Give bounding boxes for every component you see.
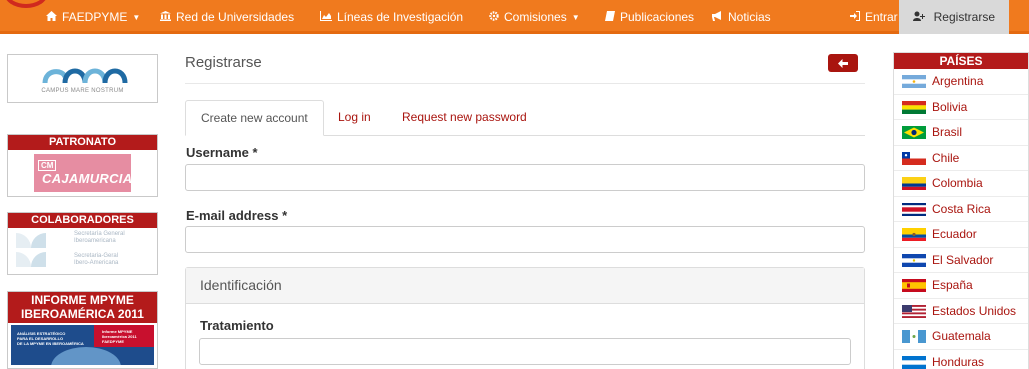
- costa-rica-flag-icon: [902, 202, 926, 216]
- tratamiento-input[interactable]: [199, 338, 851, 365]
- colab-segib-es-text: Secretaría General Iberoamericana: [74, 231, 125, 244]
- country-ecuador[interactable]: Ecuador: [894, 222, 1028, 248]
- institution-icon: [160, 1, 171, 35]
- country-chile[interactable]: Chile: [894, 146, 1028, 171]
- countries-box: PAÍSES Argentina Bolivia Brasil Chile Co…: [893, 52, 1029, 369]
- nav-faedpyme-label: FAEDPYME: [62, 10, 128, 24]
- email-label: E-mail address *: [186, 208, 288, 223]
- bullhorn-icon: [712, 1, 723, 35]
- chile-flag-icon: [902, 151, 926, 165]
- colaboradores-box: COLABORADORES Secretaría General Iberoam…: [7, 212, 158, 275]
- country-costa-rica[interactable]: Costa Rica: [894, 197, 1028, 222]
- country-colombia[interactable]: Colombia: [894, 171, 1028, 197]
- cmn-logo-mark: [42, 68, 128, 84]
- colombia-flag-icon: [902, 177, 926, 190]
- required-mark: *: [252, 145, 258, 160]
- el-salvador-flag-icon: [902, 253, 926, 267]
- country-bolivia[interactable]: Bolivia: [894, 95, 1028, 120]
- page-title: Registrarse: [185, 54, 262, 71]
- tab-create-account[interactable]: Create new account: [185, 100, 324, 136]
- nav-lineas-investigacion[interactable]: Líneas de Investigación: [320, 0, 463, 34]
- segib-logo-icon: [16, 233, 46, 248]
- patronato-box: PATRONATO CM CAJAMURCIA: [7, 134, 158, 197]
- estados-unidos-flag-icon: [902, 304, 926, 318]
- email-input[interactable]: [185, 226, 865, 253]
- segib-logo-icon: [16, 252, 46, 267]
- required-mark: *: [282, 208, 288, 223]
- cajamurcia-cm: CM: [38, 160, 57, 171]
- guatemala-flag-icon: [902, 330, 926, 343]
- colab-segib-es[interactable]: Secretaría General Iberoamericana: [8, 228, 157, 250]
- nav-faedpyme[interactable]: FAEDPYME ▼: [46, 0, 140, 34]
- cajamurcia-name: CAJAMURCIA: [42, 171, 133, 186]
- tab-log-in[interactable]: Log in: [323, 100, 386, 136]
- bolivia-flag-icon: [902, 100, 926, 114]
- countries-title: PAÍSES: [894, 53, 1028, 69]
- informe-box[interactable]: INFORME MPYME IBEROAMÉRICA 2011 ANÁLISIS…: [7, 291, 158, 369]
- title-divider: [185, 83, 865, 84]
- caret-down-icon: ▼: [571, 12, 580, 22]
- nav-noticias-label: Noticias: [728, 10, 771, 24]
- book-icon: [605, 1, 615, 35]
- country-el-salvador[interactable]: El Salvador: [894, 248, 1028, 273]
- informe-cover-image: ANÁLISIS ESTRATÉGICO PARA EL DESARROLLO …: [11, 325, 154, 365]
- cmn-logo-box[interactable]: CAMPUS MARE NOSTRUM: [7, 54, 158, 103]
- user-plus-icon: [913, 10, 928, 24]
- colab-segib-pt[interactable]: Secretaria-Geral Ibero-Americana: [8, 250, 157, 272]
- top-navbar: FAEDPYME ▼ Red de Universidades Líneas de…: [0, 0, 1029, 34]
- identificacion-panel-title: Identificación: [186, 268, 864, 304]
- honduras-flag-icon: [902, 355, 926, 369]
- ecuador-flag-icon: [902, 228, 926, 241]
- sign-in-icon: [850, 1, 860, 35]
- brasil-flag-icon: [902, 126, 926, 139]
- informe-title: INFORME MPYME IBEROAMÉRICA 2011: [8, 292, 157, 323]
- cog-icon: [489, 1, 499, 35]
- nav-comisiones-label: Comisiones: [504, 10, 567, 24]
- nav-login-label: Entrar: [865, 10, 898, 24]
- informe-cover-red-band: Informe MPYME Iberoamérica 2011 FAEDPYME: [94, 325, 154, 347]
- country-espana[interactable]: España: [894, 273, 1028, 299]
- globe-graphic: [51, 347, 121, 365]
- area-chart-icon: [320, 1, 332, 35]
- country-guatemala[interactable]: Guatemala: [894, 324, 1028, 350]
- country-brasil[interactable]: Brasil: [894, 120, 1028, 146]
- caret-down-icon: ▼: [132, 12, 141, 22]
- home-icon: [46, 1, 57, 35]
- page: FAEDPYME ▼ Red de Universidades Líneas de…: [0, 0, 1029, 369]
- nav-publicaciones-label: Publicaciones: [620, 10, 695, 24]
- arrow-left-icon: [838, 58, 848, 68]
- colaboradores-title: COLABORADORES: [8, 213, 157, 228]
- informe-cover-right-text: Informe MPYME Iberoamérica 2011 FAEDPYME: [102, 329, 137, 344]
- informe-cover-left-text: ANÁLISIS ESTRATÉGICO PARA EL DESARROLLO …: [17, 331, 84, 346]
- tratamiento-label: Tratamiento: [200, 318, 274, 333]
- nav-noticias[interactable]: Noticias: [712, 0, 771, 34]
- username-input[interactable]: [185, 164, 865, 191]
- cajamurcia-logo[interactable]: CM CAJAMURCIA: [34, 154, 133, 192]
- cmn-logo: CAMPUS MARE NOSTRUM: [8, 55, 157, 101]
- nav-lineas-label: Líneas de Investigación: [337, 10, 464, 24]
- nav-register[interactable]: Registrarse: [899, 0, 1009, 34]
- site-logo[interactable]: [4, 0, 48, 8]
- nav-red-universidades-label: Red de Universidades: [176, 10, 295, 24]
- tab-request-password[interactable]: Request new password: [387, 100, 542, 136]
- cmn-caption: CAMPUS MARE NOSTRUM: [41, 88, 124, 94]
- nav-comisiones[interactable]: Comisiones ▼: [489, 0, 580, 34]
- country-argentina[interactable]: Argentina: [894, 69, 1028, 95]
- nav-red-universidades[interactable]: Red de Universidades: [160, 0, 294, 34]
- nav-publicaciones[interactable]: Publicaciones: [605, 0, 694, 34]
- nav-login[interactable]: Entrar: [850, 0, 898, 34]
- username-label: Username *: [186, 145, 258, 160]
- espana-flag-icon: [902, 279, 926, 292]
- colab-segib-pt-text: Secretaria-Geral Ibero-Americana: [74, 253, 119, 266]
- back-button[interactable]: [828, 54, 858, 72]
- nav-register-label: Registrarse: [933, 10, 995, 24]
- argentina-flag-icon: [902, 75, 926, 88]
- country-honduras[interactable]: Honduras: [894, 350, 1028, 369]
- patronato-title: PATRONATO: [8, 135, 157, 150]
- country-estados-unidos[interactable]: Estados Unidos: [894, 299, 1028, 324]
